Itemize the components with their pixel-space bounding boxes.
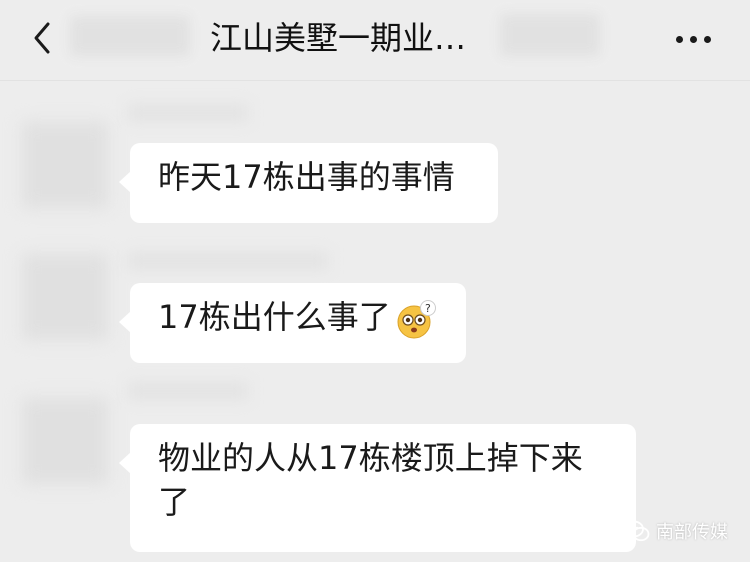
chevron-left-icon[interactable] — [28, 18, 58, 58]
message-bubble[interactable]: 昨天17栋出事的事情 — [119, 143, 498, 223]
wechat-icon — [624, 520, 650, 542]
chat-header: 江山美墅一期业… — [0, 0, 750, 81]
message-text: 17栋出什么事了 — [158, 298, 391, 336]
dizzy-question-emoji: ? — [397, 300, 436, 339]
sender-name — [128, 382, 248, 400]
more-dots-icon[interactable] — [674, 26, 714, 50]
avatar[interactable] — [22, 122, 108, 208]
message-text: 昨天17栋出事的事情 — [158, 158, 455, 196]
watermark-text: 南部传媒 — [656, 522, 728, 543]
message-bubble[interactable]: 17栋出什么事了 ? — [119, 283, 466, 363]
chat-title[interactable]: 江山美墅一期业… — [210, 18, 466, 58]
message-text: 物业的人从17栋楼顶上掉下来了 — [158, 439, 583, 521]
svg-text:?: ? — [425, 302, 431, 315]
watermark: 南部传媒 — [624, 517, 728, 545]
sender-name — [128, 252, 328, 270]
message-bubble[interactable]: 物业的人从17栋楼顶上掉下来了 — [119, 424, 636, 552]
redacted-header-left — [70, 16, 190, 56]
sender-name — [128, 104, 248, 122]
avatar[interactable] — [22, 398, 108, 484]
avatar[interactable] — [22, 254, 108, 340]
redacted-header-right — [500, 14, 600, 56]
